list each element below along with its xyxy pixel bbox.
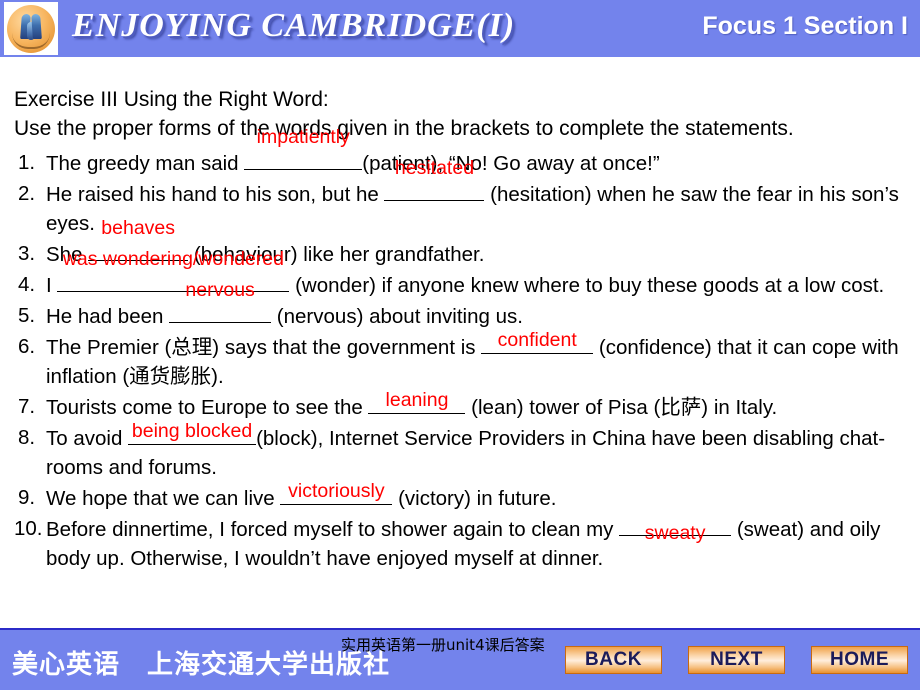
course-title: ENJOYING CAMBRIDGE(I) bbox=[72, 7, 516, 44]
answer-annotation: hesitated bbox=[394, 157, 475, 179]
slide-header: ENJOYING CAMBRIDGE(I) Focus 1 Section I bbox=[0, 0, 920, 57]
answer-blank[interactable]: confident bbox=[481, 329, 594, 354]
question-item: 9. We hope that we can live victoriously … bbox=[14, 480, 906, 513]
answer-blank[interactable]: leaning bbox=[368, 389, 466, 414]
question-prefix: The Premier (总理) says that the governmen… bbox=[46, 336, 482, 359]
logo-container bbox=[4, 2, 58, 55]
answer-blank[interactable]: sweaty bbox=[619, 514, 732, 543]
question-text: I was wondering/wondered (wonder) if any… bbox=[46, 249, 906, 300]
slide-content: Exercise III Using the Right Word: Use t… bbox=[0, 57, 920, 628]
answer-annotation: confident bbox=[497, 329, 577, 351]
section-label: Focus 1 Section I bbox=[702, 12, 908, 40]
question-item: 7. Tourists come to Europe to see the lea… bbox=[14, 389, 906, 422]
answer-blank[interactable]: being blocked bbox=[128, 420, 257, 445]
question-text: Tourists come to Europe to see the leani… bbox=[46, 389, 906, 422]
question-prefix: Tourists come to Europe to see the bbox=[46, 396, 369, 419]
question-number: 10. bbox=[14, 517, 43, 540]
answer-blank[interactable]: hesitated bbox=[384, 158, 485, 201]
question-number: 6. bbox=[18, 335, 36, 358]
answer-blank[interactable]: victoriously bbox=[280, 480, 393, 505]
question-item: 5. He had been nervous (nervous) about in… bbox=[14, 280, 906, 331]
question-prefix: Before dinnertime, I forced myself to sh… bbox=[46, 518, 620, 541]
question-prefix: To avoid bbox=[46, 427, 129, 450]
question-suffix: (victory) in future. bbox=[392, 487, 557, 510]
navigation-buttons: BACK NEXT HOME bbox=[565, 646, 908, 674]
question-text: Before dinnertime, I forced myself to sh… bbox=[46, 514, 906, 573]
question-suffix: (nervous) about inviting us. bbox=[271, 305, 523, 328]
question-text: The Premier (总理) says that the governmen… bbox=[46, 329, 906, 391]
exercise-title: Exercise III Using the Right Word: bbox=[14, 88, 329, 111]
answer-annotation: being blocked bbox=[131, 420, 253, 442]
enjoying-english-logo-icon bbox=[7, 4, 55, 53]
question-number: 2. bbox=[18, 182, 36, 205]
question-suffix: (lean) tower of Pisa (比萨) in Italy. bbox=[465, 396, 778, 419]
logo-arc bbox=[12, 33, 50, 49]
home-button[interactable]: HOME bbox=[811, 646, 908, 674]
question-text: To avoid being blocked (block), Internet … bbox=[46, 420, 906, 482]
question-number: 8. bbox=[18, 426, 36, 449]
question-number: 7. bbox=[18, 395, 36, 418]
next-button[interactable]: NEXT bbox=[688, 646, 785, 674]
answer-blank[interactable]: nervous bbox=[169, 280, 272, 323]
question-number: 3. bbox=[18, 242, 36, 265]
back-button[interactable]: BACK bbox=[565, 646, 662, 674]
question-prefix: He had been bbox=[46, 305, 170, 328]
question-number: 5. bbox=[18, 304, 36, 327]
question-prefix: The greedy man said bbox=[46, 152, 245, 175]
publisher-brand: 美心英语 上海交通大学出版社 bbox=[12, 650, 391, 680]
footer-note-overlay: 实用英语第一册unit4课后答案 bbox=[341, 636, 545, 654]
question-item: 6. The Premier (总理) says that the governm… bbox=[14, 329, 906, 391]
question-prefix: He raised his hand to his son, but he bbox=[46, 183, 385, 206]
answer-annotation: was wondering/wondered bbox=[62, 248, 284, 270]
answer-blank[interactable]: impatiently bbox=[244, 127, 363, 170]
question-item: 4. I was wondering/wondered (wonder) if a… bbox=[14, 249, 906, 300]
answer-annotation: impatiently bbox=[256, 126, 350, 148]
question-number: 1. bbox=[18, 151, 36, 174]
answer-annotation: leaning bbox=[385, 389, 449, 411]
question-prefix: I bbox=[46, 274, 58, 297]
answer-annotation: behaves bbox=[101, 217, 176, 239]
question-item: 10. Before dinnertime, I forced myself to… bbox=[14, 514, 906, 573]
question-prefix: We hope that we can live bbox=[46, 487, 281, 510]
answer-annotation: victoriously bbox=[288, 480, 385, 502]
question-number: 9. bbox=[18, 486, 36, 509]
question-text: He had been nervous (nervous) about invi… bbox=[46, 280, 906, 331]
question-suffix: (wonder) if anyone knew where to buy the… bbox=[289, 274, 885, 297]
answer-annotation: nervous bbox=[185, 279, 255, 301]
question-text: We hope that we can live victoriously (v… bbox=[46, 480, 906, 513]
answer-annotation: sweaty bbox=[644, 522, 706, 544]
question-number: 4. bbox=[18, 273, 36, 296]
question-item: 8. To avoid being blocked (block), Interne… bbox=[14, 420, 906, 482]
question-list: 1. The greedy man said impatiently (patien… bbox=[14, 127, 906, 573]
question-text: The greedy man said impatiently (patient)… bbox=[46, 127, 906, 178]
exercise-instruction: Use the proper forms of the words given … bbox=[14, 117, 794, 140]
